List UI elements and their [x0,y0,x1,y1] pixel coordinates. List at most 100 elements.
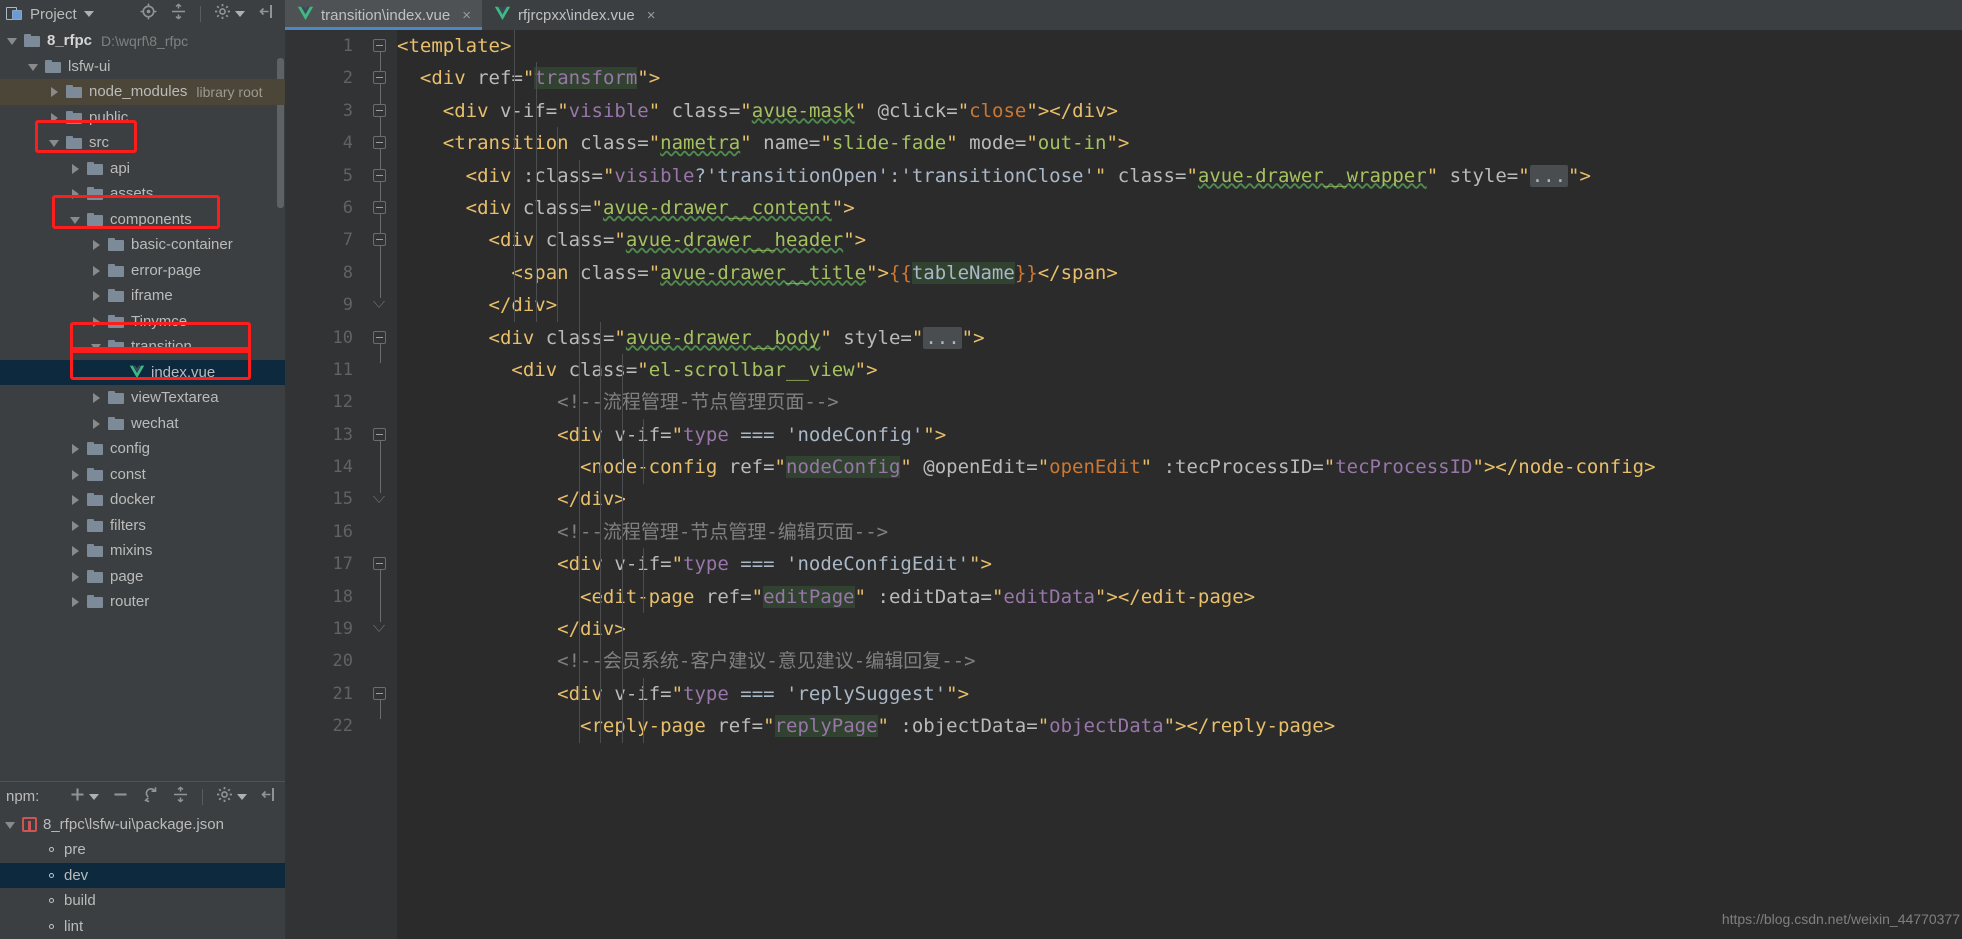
tree-item-components[interactable]: components [0,207,285,233]
remove-icon[interactable] [112,786,129,808]
tree-arrow-collapsed[interactable] [90,315,103,328]
tree-arrow-collapsed[interactable] [69,519,82,532]
tree-item-router[interactable]: router [0,589,285,615]
tree-item-node_modules[interactable]: node_modules library root [0,79,285,105]
fold-collapse-marker[interactable] [373,687,386,700]
npm-arrow-expanded[interactable] [4,818,17,831]
tree-arrow-collapsed[interactable] [69,544,82,557]
tree-item-config[interactable]: config [0,436,285,462]
project-panel-title-group[interactable]: Project [6,6,94,23]
tree-arrow-collapsed[interactable] [69,468,82,481]
code-line[interactable]: <div v-if="type === 'nodeConfigEdit'"> [397,548,1962,580]
tree-item-const[interactable]: const [0,462,285,488]
code-line[interactable]: <!--流程管理-节点管理页面--> [397,386,1962,418]
tree-item-assets[interactable]: assets [0,181,285,207]
code-content[interactable]: <template> <div ref="transform"> <div v-… [397,30,1962,939]
tree-item-docker[interactable]: docker [0,487,285,513]
fold-collapse-marker[interactable] [373,233,386,247]
tree-item-index-vue[interactable]: index.vue [0,359,285,385]
add-chevron-down-icon[interactable] [89,793,99,800]
editor-tab-2[interactable]: rfjrcpxx\index.vue × [482,0,667,30]
tree-item-tinymce[interactable]: Tinymce [0,309,285,335]
project-tree[interactable]: 8_rfpc D:\wqrf\8_rfpc lsfw-ui node_modules l… [0,28,285,781]
tree-item-api[interactable]: api [0,156,285,182]
fold-collapse-marker[interactable] [373,330,386,344]
tree-item-basic-container[interactable]: basic-container [0,232,285,258]
locate-icon[interactable] [140,3,157,25]
tree-item-filters[interactable]: filters [0,513,285,539]
tree-arrow-collapsed[interactable] [69,187,82,200]
tree-arrow-collapsed[interactable] [69,493,82,506]
tree-arrow-collapsed[interactable] [48,111,61,124]
code-line[interactable]: </div> [397,289,1962,321]
close-icon[interactable]: × [462,7,471,24]
fold-collapse-marker[interactable] [373,557,386,571]
tree-arrow-expanded[interactable] [69,213,82,226]
collapse-all-icon[interactable] [170,3,187,25]
refresh-icon[interactable] [142,786,159,808]
code-line[interactable]: <div class="avue-drawer__content"> [397,192,1962,224]
tree-arrow-collapsed[interactable] [90,238,103,251]
close-icon[interactable]: × [647,7,656,24]
fold-collapse-marker[interactable] [373,39,386,52]
tree-item-viewtextarea[interactable]: viewTextarea [0,385,285,411]
tree-arrow-expanded[interactable] [6,34,19,47]
tree-arrow-expanded[interactable] [90,340,103,353]
fold-collapse-marker[interactable] [373,427,386,441]
gear-chevron-down-icon[interactable] [235,11,245,17]
tree-item-wechat[interactable]: wechat [0,411,285,437]
code-line[interactable]: <transition class="nametra" name="slide-… [397,127,1962,159]
npm-item-8_rfpc-lsfw-ui-package-json[interactable]: 8_rfpc\lsfw-ui\package.json [0,812,285,838]
hide-icon[interactable] [258,3,275,25]
code-line[interactable]: <node-config ref="nodeConfig" @openEdit=… [397,451,1962,483]
tree-item-8_rfpc[interactable]: 8_rfpc D:\wqrf\8_rfpc [0,28,285,54]
chevron-down-icon[interactable] [83,11,94,17]
code-line[interactable]: </div> [397,483,1962,515]
fold-collapse-marker[interactable] [373,71,386,85]
code-line[interactable]: <div v-if="type === 'replySuggest'"> [397,678,1962,710]
tree-item-iframe[interactable]: iframe [0,283,285,309]
tree-arrow-collapsed[interactable] [90,264,103,277]
code-line[interactable]: <!--流程管理-节点管理-编辑页面--> [397,516,1962,548]
npm-hide-icon[interactable] [260,786,277,808]
tree-arrow-collapsed[interactable] [48,85,61,98]
npm-item-build[interactable]: build [0,888,285,914]
code-line[interactable]: <edit-page ref="editPage" :editData="edi… [397,581,1962,613]
code-line[interactable]: <div class="el-scrollbar__view"> [397,354,1962,386]
tree-arrow-collapsed[interactable] [69,570,82,583]
fold-collapse-marker[interactable] [373,103,386,117]
tree-arrow-collapsed[interactable] [69,595,82,608]
tree-arrow-collapsed[interactable] [90,417,103,430]
npm-item-dev[interactable]: dev [0,862,285,888]
code-line[interactable]: <div ref="transform"> [397,62,1962,94]
tree-arrow-expanded[interactable] [48,136,61,149]
npm-gear-icon[interactable] [216,786,233,808]
fold-collapse-marker[interactable] [373,168,386,182]
editor-tab-1[interactable]: transition\index.vue × [285,0,483,30]
code-line[interactable]: <template> [397,30,1962,62]
tree-item-page[interactable]: page [0,564,285,590]
npm-item-pre[interactable]: pre [0,837,285,863]
code-line[interactable]: <reply-page ref="replyPage" :objectData=… [397,710,1962,742]
code-line[interactable]: <div class="avue-drawer__header"> [397,224,1962,256]
tree-arrow-collapsed[interactable] [69,162,82,175]
tree-arrow-collapsed[interactable] [90,289,103,302]
gear-icon[interactable] [214,3,231,25]
code-line[interactable]: <span class="avue-drawer__title">{{table… [397,257,1962,289]
tree-arrow-expanded[interactable] [27,60,40,73]
tree-item-src[interactable]: src [0,130,285,156]
fold-collapse-marker[interactable] [373,201,386,214]
code-line[interactable]: </div> [397,613,1962,645]
npm-gear-chevron-down-icon[interactable] [237,793,247,800]
tree-item-public[interactable]: public [0,105,285,131]
add-icon[interactable] [69,786,86,808]
npm-scripts-list[interactable]: 8_rfpc\lsfw-ui\package.json pre dev build li… [0,811,285,939]
npm-item-lint[interactable]: lint [0,914,285,939]
tree-item-transition[interactable]: transition [0,334,285,360]
npm-collapse-all-icon[interactable] [172,785,189,808]
code-line[interactable]: <div class="avue-drawer__body" style="..… [397,322,1962,354]
code-line[interactable]: <div v-if="visible" class="avue-mask" @c… [397,95,1962,127]
fold-collapse-marker[interactable] [373,136,386,150]
tree-arrow-collapsed[interactable] [69,442,82,455]
tree-item-mixins[interactable]: mixins [0,538,285,564]
